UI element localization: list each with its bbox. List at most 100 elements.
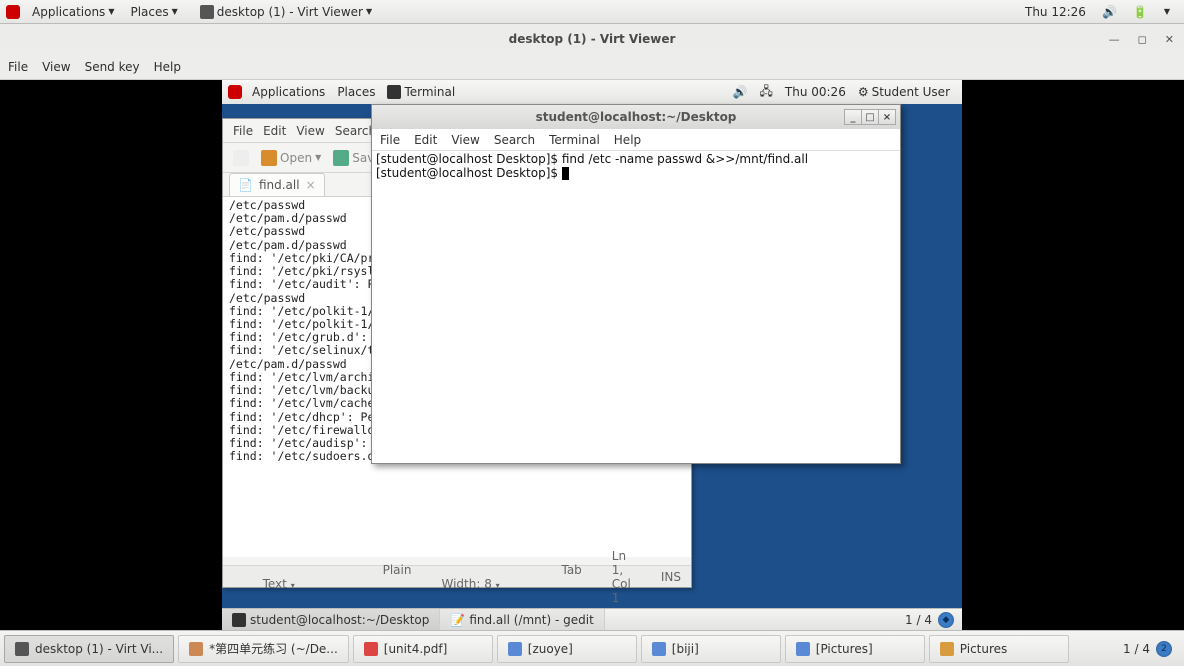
host-task-pictures-folder[interactable]: Pictures xyxy=(929,635,1069,663)
label: Applications xyxy=(252,85,325,99)
gedit-icon xyxy=(189,642,203,656)
window-title: desktop (1) - Virt Viewer xyxy=(509,32,676,46)
host-task-pictures-doc[interactable]: [Pictures] xyxy=(785,635,925,663)
label: Applications xyxy=(32,5,105,19)
host-clock[interactable]: Thu 12:26 xyxy=(1017,5,1094,19)
language-selector[interactable]: Plain Text ▾ xyxy=(263,563,412,591)
maximize-button[interactable]: ◻ xyxy=(1138,33,1147,46)
workspace-switcher-icon[interactable]: 2 xyxy=(1156,641,1172,657)
task-label: [unit4.pdf] xyxy=(384,642,448,656)
guest-clock[interactable]: Thu 00:26 xyxy=(779,85,852,99)
host-task-unit4pdf[interactable]: [unit4.pdf] xyxy=(353,635,493,663)
vv-help-menu[interactable]: Help xyxy=(154,60,181,74)
vv-view-menu[interactable]: View xyxy=(42,60,70,74)
document-icon xyxy=(508,642,522,656)
document-icon xyxy=(796,642,810,656)
prompt: [student@localhost Desktop]$ xyxy=(376,166,562,180)
minimize-button[interactable]: — xyxy=(1109,33,1120,46)
terminal-title-text: student@localhost:~/Desktop xyxy=(536,110,737,124)
save-button[interactable]: Sav xyxy=(333,150,374,166)
term-edit-menu[interactable]: Edit xyxy=(414,133,437,147)
tab-width-selector[interactable]: Tab Width: 8 ▾ xyxy=(441,563,581,591)
host-applications-menu[interactable]: Applications ▼ xyxy=(24,5,122,19)
label: Places xyxy=(130,5,168,19)
open-button[interactable]: Open ▼ xyxy=(261,150,321,166)
term-help-menu[interactable]: Help xyxy=(614,133,641,147)
document-icon xyxy=(652,642,666,656)
close-button[interactable]: × xyxy=(878,109,896,125)
terminal-window[interactable]: student@localhost:~/Desktop _ □ × File E… xyxy=(371,104,901,464)
close-button[interactable]: ✕ xyxy=(1165,33,1174,46)
prompt: [student@localhost Desktop]$ xyxy=(376,152,562,166)
terminal-output[interactable]: [student@localhost Desktop]$ find /etc -… xyxy=(372,151,900,463)
task-label: [biji] xyxy=(672,642,699,656)
guest-applications-menu[interactable]: Applications xyxy=(246,85,331,99)
terminal-icon xyxy=(387,85,401,99)
user-menu-icon[interactable]: ▼ xyxy=(1156,7,1178,16)
command-text: find /etc -name passwd &>>/mnt/find.all xyxy=(562,152,808,166)
guest-bottom-panel: student@localhost:~/Desktop 📝 find.all (… xyxy=(222,608,962,630)
terminal-icon xyxy=(232,613,246,627)
chevron-down-icon: ▾ xyxy=(291,581,295,590)
guest-user-menu[interactable]: ⚙ Student User xyxy=(852,85,956,99)
vm-icon xyxy=(200,5,214,19)
volume-icon[interactable]: 🔊 xyxy=(1094,5,1125,19)
maximize-button[interactable]: □ xyxy=(861,109,879,125)
label: Terminal xyxy=(404,85,455,99)
host-task-virtviewer[interactable]: desktop (1) - Virt Vi... xyxy=(4,635,174,663)
minimize-button[interactable]: _ xyxy=(844,109,862,125)
label: Places xyxy=(337,85,375,99)
guest-top-panel: Applications Places Terminal 🔊 🖧 Thu 00:… xyxy=(222,80,962,104)
chevron-down-icon: ▼ xyxy=(366,7,372,16)
host-task-zuoye[interactable]: [zuoye] xyxy=(497,635,637,663)
guest-task-terminal[interactable]: student@localhost:~/Desktop xyxy=(222,609,440,630)
workspace-indicator[interactable]: 1 / 4 xyxy=(905,613,932,627)
host-top-panel: Applications ▼ Places ▼ desktop (1) - Vi… xyxy=(0,0,1184,24)
cursor-icon xyxy=(562,167,569,180)
close-tab-icon[interactable]: × xyxy=(306,178,316,192)
gedit-icon: 📝 xyxy=(450,613,465,627)
battery-icon[interactable]: 🔋 xyxy=(1125,5,1156,19)
task-label: *第四单元练习 (~/De... xyxy=(209,640,338,657)
chevron-down-icon: ▼ xyxy=(315,153,321,162)
volume-icon[interactable]: 🔊 xyxy=(727,85,754,99)
workspace-switcher-icon[interactable]: ◆ xyxy=(938,612,954,628)
vm-viewport-frame: Applications Places Terminal 🔊 🖧 Thu 00:… xyxy=(0,80,1184,630)
new-file-icon xyxy=(233,150,249,166)
term-search-menu[interactable]: Search xyxy=(494,133,535,147)
host-workspace-indicator[interactable]: 1 / 4 xyxy=(1123,642,1150,656)
guest-window-menu[interactable]: Terminal xyxy=(381,85,461,99)
gedit-file-menu[interactable]: File xyxy=(233,124,253,138)
gedit-view-menu[interactable]: View xyxy=(296,124,324,138)
virt-viewer-menubar: File View Send key Help xyxy=(0,54,1184,80)
host-active-window-menu[interactable]: desktop (1) - Virt Viewer ▼ xyxy=(192,5,380,19)
pdf-icon xyxy=(364,642,378,656)
chevron-down-icon: ▼ xyxy=(108,7,114,16)
gedit-tab-findall[interactable]: 📄 find.all × xyxy=(229,173,325,196)
gedit-search-menu[interactable]: Search xyxy=(335,124,376,138)
term-file-menu[interactable]: File xyxy=(380,133,400,147)
guest-task-gedit[interactable]: 📝 find.all (/mnt) - gedit xyxy=(440,609,604,630)
cursor-position: Ln 1, Col 1 xyxy=(612,549,631,605)
tab-label: find.all xyxy=(259,178,300,192)
network-icon[interactable]: 🖧 xyxy=(754,82,779,103)
virt-viewer-titlebar[interactable]: desktop (1) - Virt Viewer — ◻ ✕ xyxy=(0,24,1184,54)
task-label: Pictures xyxy=(960,642,1008,656)
term-view-menu[interactable]: View xyxy=(451,133,479,147)
label: Open xyxy=(280,151,312,165)
guest-desktop[interactable]: Applications Places Terminal 🔊 🖧 Thu 00:… xyxy=(222,80,962,630)
term-terminal-menu[interactable]: Terminal xyxy=(549,133,600,147)
host-places-menu[interactable]: Places ▼ xyxy=(122,5,185,19)
host-task-gedit[interactable]: *第四单元练习 (~/De... xyxy=(178,635,349,663)
new-button[interactable] xyxy=(233,150,249,166)
terminal-titlebar[interactable]: student@localhost:~/Desktop _ □ × xyxy=(372,105,900,129)
clock-text: Thu 00:26 xyxy=(785,85,846,99)
host-task-biji[interactable]: [biji] xyxy=(641,635,781,663)
guest-places-menu[interactable]: Places xyxy=(331,85,381,99)
chevron-down-icon: ▼ xyxy=(172,7,178,16)
gedit-statusbar: Plain Text ▾ Tab Width: 8 ▾ Ln 1, Col 1 … xyxy=(223,565,691,587)
folder-open-icon xyxy=(261,150,277,166)
gedit-edit-menu[interactable]: Edit xyxy=(263,124,286,138)
vv-sendkey-menu[interactable]: Send key xyxy=(85,60,140,74)
vv-file-menu[interactable]: File xyxy=(8,60,28,74)
